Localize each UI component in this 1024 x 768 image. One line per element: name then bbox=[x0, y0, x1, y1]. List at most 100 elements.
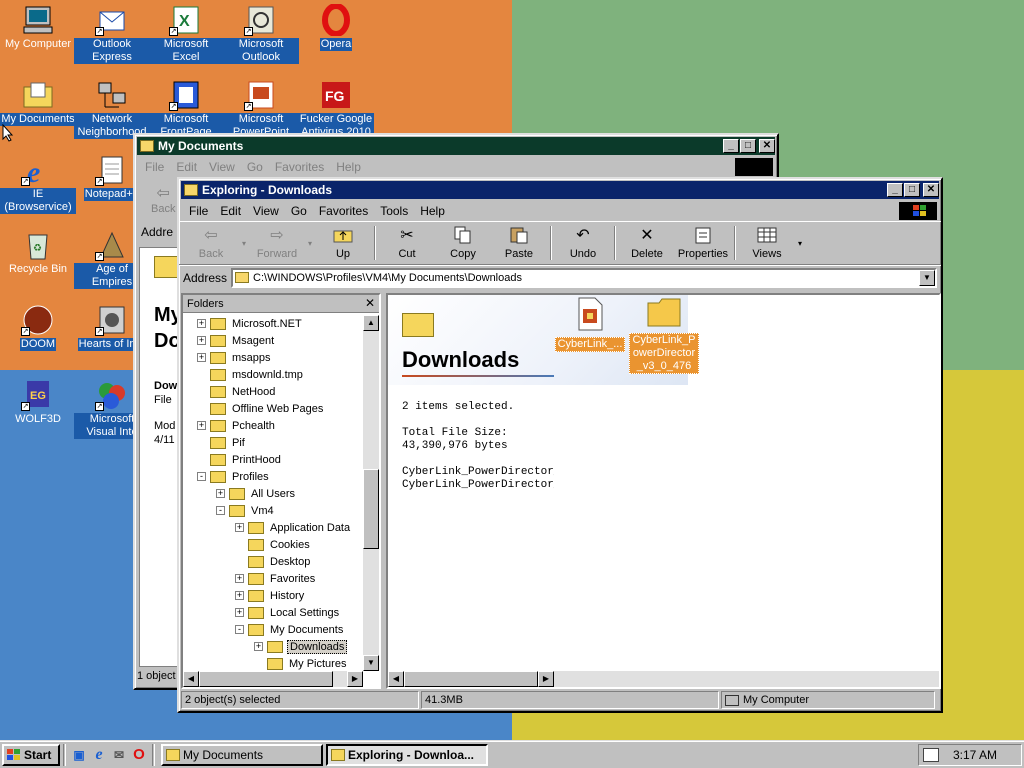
back-dropdown-icon[interactable]: ▾ bbox=[239, 222, 249, 264]
collapse-icon[interactable]: - bbox=[235, 625, 244, 634]
forward-button[interactable]: ⇨ Forward bbox=[249, 222, 305, 264]
menu-help[interactable]: Help bbox=[330, 160, 367, 174]
expand-icon[interactable]: + bbox=[235, 608, 244, 617]
maximize-button[interactable]: □ bbox=[740, 139, 756, 153]
scroll-thumb[interactable] bbox=[404, 671, 538, 687]
expand-icon[interactable]: + bbox=[235, 574, 244, 583]
properties-button[interactable]: Properties bbox=[675, 222, 731, 264]
desktop-icon-fucker-google[interactable]: FG Fucker Google Antivirus 2010 bbox=[298, 79, 374, 139]
menu-tools[interactable]: Tools bbox=[374, 204, 414, 218]
expand-icon[interactable]: + bbox=[197, 319, 206, 328]
desktop-icon-ie[interactable]: e ↗ IE (Browservice) bbox=[0, 154, 76, 214]
outlook-express-icon[interactable]: ✉ bbox=[110, 746, 128, 764]
minimize-button[interactable]: _ bbox=[723, 139, 739, 153]
scroll-down-icon[interactable]: ▼ bbox=[363, 655, 379, 671]
desktop-icon-doom[interactable]: ↗ DOOM bbox=[0, 304, 76, 351]
menu-help[interactable]: Help bbox=[414, 204, 451, 218]
content-horizontal-scrollbar[interactable]: ◀ ▶ bbox=[388, 671, 939, 687]
menu-file[interactable]: File bbox=[139, 160, 170, 174]
scroll-left-icon[interactable]: ◀ bbox=[183, 671, 199, 687]
tree-item[interactable]: NetHood bbox=[183, 383, 363, 400]
copy-button[interactable]: Copy bbox=[435, 222, 491, 264]
folder-tree-horizontal-scrollbar[interactable]: ◀ ▶ bbox=[183, 671, 363, 687]
explorer-window[interactable]: Exploring - Downloads _ □ ✕ File Edit Vi… bbox=[177, 177, 943, 713]
start-button[interactable]: Start bbox=[2, 743, 60, 766]
tree-item[interactable]: Cookies bbox=[183, 536, 363, 553]
opera-icon[interactable]: O bbox=[130, 746, 148, 764]
tree-item[interactable]: + History bbox=[183, 587, 363, 604]
menu-favorites[interactable]: Favorites bbox=[313, 204, 374, 218]
scroll-right-icon[interactable]: ▶ bbox=[538, 671, 554, 687]
minimize-button[interactable]: _ bbox=[887, 183, 903, 197]
close-button[interactable]: ✕ bbox=[923, 183, 939, 197]
menu-view[interactable]: View bbox=[247, 204, 285, 218]
tree-item[interactable]: + All Users bbox=[183, 485, 363, 502]
tree-item[interactable]: - Vm4 bbox=[183, 502, 363, 519]
tree-item[interactable]: - Profiles bbox=[183, 468, 363, 485]
tree-item[interactable]: + msapps bbox=[183, 349, 363, 366]
collapse-icon[interactable]: - bbox=[216, 506, 225, 515]
desktop-icon-my-computer[interactable]: My Computer bbox=[0, 4, 76, 51]
desktop-icon-recycle-bin[interactable]: ♻ Recycle Bin bbox=[0, 229, 76, 276]
tree-item[interactable]: + Application Data bbox=[183, 519, 363, 536]
file-item-cyberlink-exe[interactable]: CyberLink_... bbox=[554, 297, 626, 352]
scheduler-icon[interactable] bbox=[923, 748, 939, 762]
forward-dropdown-icon[interactable]: ▾ bbox=[305, 222, 315, 264]
menu-edit[interactable]: Edit bbox=[214, 204, 247, 218]
tree-item[interactable]: msdownld.tmp bbox=[183, 366, 363, 383]
internet-explorer-icon[interactable]: e bbox=[90, 746, 108, 764]
views-dropdown-icon[interactable]: ▾ bbox=[795, 222, 805, 264]
explorer-titlebar[interactable]: Exploring - Downloads _ □ ✕ bbox=[181, 181, 939, 199]
desktop-icon-wolf3d[interactable]: EG ↗ WOLF3D bbox=[0, 379, 76, 426]
tree-item[interactable]: + Msagent bbox=[183, 332, 363, 349]
taskbar-button-my-documents[interactable]: My Documents bbox=[161, 743, 323, 766]
my-documents-titlebar[interactable]: My Documents _ □ ✕ bbox=[137, 137, 775, 155]
expand-icon[interactable]: + bbox=[197, 336, 206, 345]
close-button[interactable]: ✕ bbox=[759, 139, 775, 153]
menu-view[interactable]: View bbox=[203, 160, 241, 174]
back-button[interactable]: ⇦ Back bbox=[183, 222, 239, 264]
close-folders-icon[interactable]: ✕ bbox=[365, 296, 375, 310]
tree-item[interactable]: + Microsoft.NET bbox=[183, 315, 363, 332]
desktop-icon-opera[interactable]: Opera bbox=[298, 3, 374, 51]
desktop-icon-outlook[interactable]: ↗ Microsoft Outlook bbox=[223, 4, 299, 64]
tree-item[interactable]: My Pictures bbox=[183, 655, 363, 671]
taskbar-button-exploring-downloads[interactable]: Exploring - Downloa... bbox=[326, 743, 488, 766]
expand-icon[interactable]: + bbox=[197, 353, 206, 362]
tree-item[interactable]: PrintHood bbox=[183, 451, 363, 468]
folder-tree-vertical-scrollbar[interactable]: ▲ ▼ bbox=[363, 315, 379, 671]
menu-go[interactable]: Go bbox=[241, 160, 269, 174]
tree-item[interactable]: + Favorites bbox=[183, 570, 363, 587]
maximize-button[interactable]: □ bbox=[904, 183, 920, 197]
tree-item[interactable]: + Downloads bbox=[183, 638, 363, 655]
desktop-icon-outlook-express[interactable]: ↗ Outlook Express bbox=[74, 4, 150, 64]
tree-item[interactable]: Pif bbox=[183, 434, 363, 451]
scroll-right-icon[interactable]: ▶ bbox=[347, 671, 363, 687]
menu-edit[interactable]: Edit bbox=[170, 160, 203, 174]
tree-item[interactable]: + Pchealth bbox=[183, 417, 363, 434]
address-dropdown-icon[interactable]: ▼ bbox=[919, 269, 935, 286]
expand-icon[interactable]: + bbox=[216, 489, 225, 498]
collapse-icon[interactable]: - bbox=[197, 472, 206, 481]
tree-item[interactable]: Offline Web Pages bbox=[183, 400, 363, 417]
address-input[interactable]: C:\WINDOWS\Profiles\VM4\My Documents\Dow… bbox=[231, 267, 937, 288]
desktop-icon-frontpage[interactable]: ↗ Microsoft FrontPage bbox=[148, 79, 224, 139]
menu-favorites[interactable]: Favorites bbox=[269, 160, 330, 174]
scroll-thumb[interactable] bbox=[199, 671, 333, 687]
show-desktop-icon[interactable]: ▣ bbox=[70, 746, 88, 764]
expand-icon[interactable]: + bbox=[254, 642, 263, 651]
delete-button[interactable]: ✕ Delete bbox=[619, 222, 675, 264]
scroll-thumb[interactable] bbox=[363, 469, 379, 549]
expand-icon[interactable]: + bbox=[197, 421, 206, 430]
menu-go[interactable]: Go bbox=[285, 204, 313, 218]
up-button[interactable]: Up bbox=[315, 222, 371, 264]
desktop-icon-network-neighborhood[interactable]: Network Neighborhood bbox=[74, 79, 150, 139]
expand-icon[interactable]: + bbox=[235, 523, 244, 532]
desktop-icon-powerpoint[interactable]: ↗ Microsoft PowerPoint bbox=[223, 79, 299, 139]
clock[interactable]: 3:17 AM bbox=[953, 748, 997, 762]
scroll-left-icon[interactable]: ◀ bbox=[388, 671, 404, 687]
undo-button[interactable]: ↶ Undo bbox=[555, 222, 611, 264]
desktop-icon-excel[interactable]: X ↗ Microsoft Excel bbox=[148, 4, 224, 64]
tree-item[interactable]: + Local Settings bbox=[183, 604, 363, 621]
back-button[interactable]: ⇦ Back bbox=[151, 183, 175, 215]
